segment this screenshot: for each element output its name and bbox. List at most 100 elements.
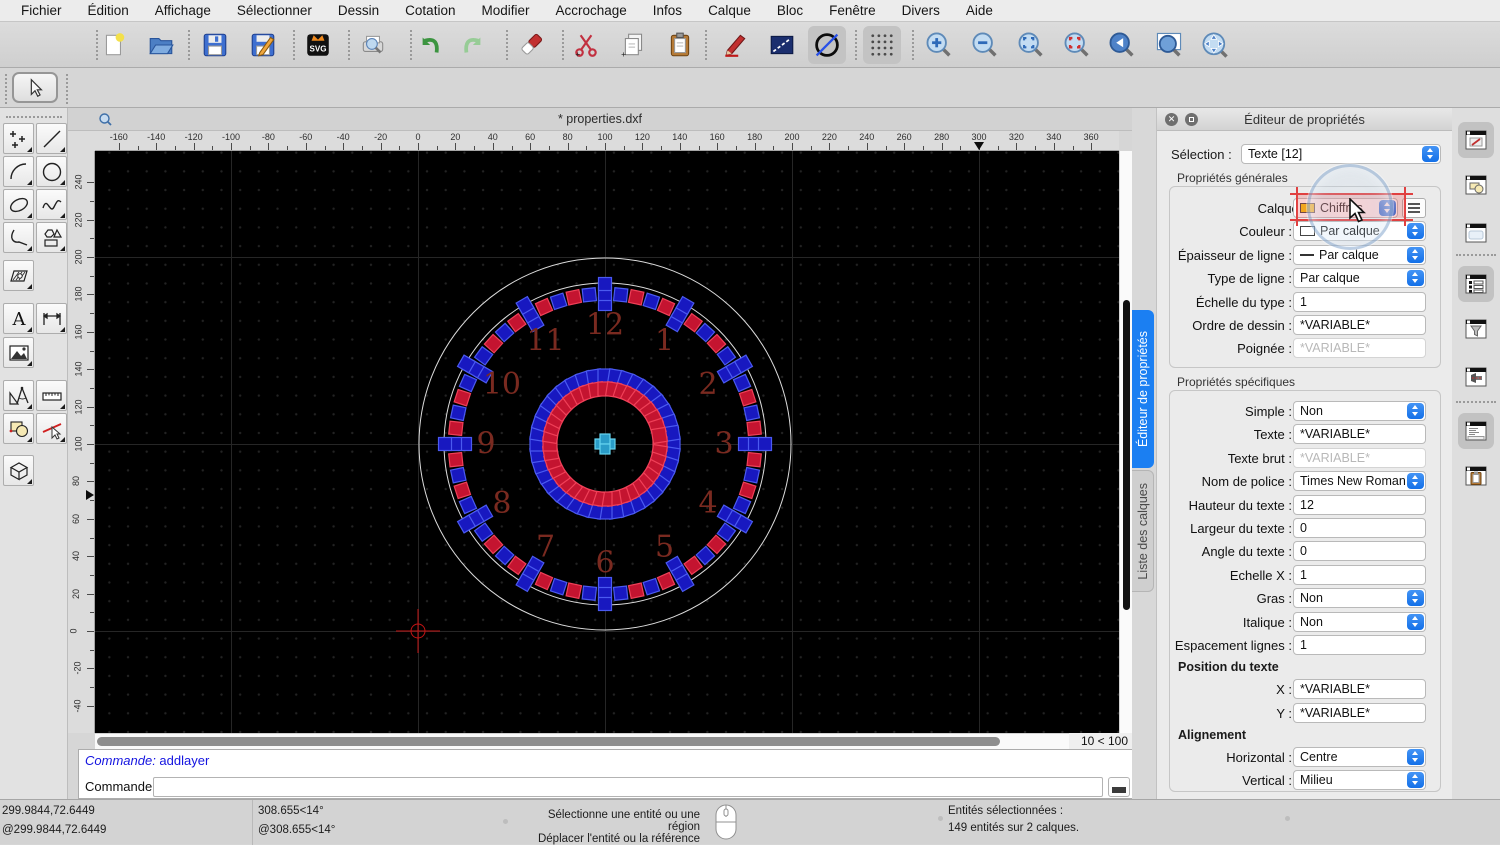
panel-property-editor-button[interactable] [1458, 122, 1494, 158]
lineweight-dropdown[interactable]: Par calque [1293, 245, 1426, 265]
panel-blank-button[interactable] [1461, 218, 1491, 248]
command-options-button[interactable] [1108, 777, 1130, 797]
image-tool-button[interactable] [3, 337, 34, 368]
stepper-icon[interactable] [1407, 403, 1424, 419]
tab-layer-list[interactable]: Liste des calques [1132, 470, 1154, 592]
circle-tool-button[interactable] [36, 156, 67, 187]
menu-infos[interactable]: Infos [640, 3, 695, 18]
menu-accrochage[interactable]: Accrochage [542, 3, 639, 18]
misc-draw-tool-button[interactable] [3, 380, 34, 411]
text-angle-input[interactable]: 0 [1293, 541, 1426, 561]
menu-edition[interactable]: Édition [75, 3, 142, 18]
color-dropdown[interactable]: Par calque [1293, 221, 1426, 241]
palette-drag-handle[interactable] [6, 116, 62, 118]
command-input[interactable] [153, 777, 1103, 797]
selection-dropdown[interactable]: Texte [12] [1241, 144, 1441, 164]
line-tool-button[interactable] [36, 123, 67, 154]
vertical-align-dropdown[interactable]: Milieu [1293, 770, 1426, 790]
spline-tool-button[interactable] [36, 189, 67, 220]
panel-selection-button[interactable] [1461, 362, 1491, 392]
ellipse-tool-button[interactable] [3, 189, 34, 220]
zoom-in-button[interactable] [920, 26, 958, 64]
panel-command-line-button[interactable] [1458, 413, 1494, 449]
menu-cotation[interactable]: Cotation [392, 3, 468, 18]
point-tool-button[interactable] [3, 123, 34, 154]
dimension-tool-button[interactable] [36, 303, 67, 334]
menu-bloc[interactable]: Bloc [764, 3, 816, 18]
font-dropdown[interactable]: Times New Roman [1293, 471, 1426, 491]
drawing-canvas[interactable]: 121234567891011 [95, 151, 1119, 733]
position-y-input[interactable]: *VARIABLE* [1293, 703, 1426, 723]
stepper-icon[interactable] [1407, 614, 1424, 630]
panel-layer-list-button[interactable] [1458, 266, 1494, 302]
menu-modifier[interactable]: Modifier [468, 3, 542, 18]
text-width-input[interactable]: 0 [1293, 518, 1426, 538]
horizontal-align-dropdown[interactable]: Centre [1293, 747, 1426, 767]
panel-modify-button[interactable] [1461, 170, 1491, 200]
text-height-input[interactable]: 12 [1293, 495, 1426, 515]
menu-calque[interactable]: Calque [695, 3, 764, 18]
selection-tool-button[interactable] [12, 72, 58, 103]
line-spacing-input[interactable]: 1 [1293, 635, 1426, 655]
save-button[interactable] [196, 26, 234, 64]
zoom-window-button[interactable] [1150, 26, 1188, 64]
undo-button[interactable] [409, 26, 447, 64]
stepper-icon[interactable] [1407, 772, 1424, 788]
copy-button[interactable]: + [615, 26, 653, 64]
menu-dessin[interactable]: Dessin [325, 3, 392, 18]
zoom-selection-button[interactable] [1058, 26, 1096, 64]
linetype-scale-input[interactable]: 1 [1293, 292, 1426, 312]
pencil-draw-button[interactable] [716, 26, 754, 64]
save-as-button[interactable] [244, 26, 282, 64]
stepper-icon[interactable] [1407, 749, 1424, 765]
position-x-input[interactable]: *VARIABLE* [1293, 679, 1426, 699]
menu-affichage[interactable]: Affichage [142, 3, 224, 18]
stepper-icon[interactable] [1422, 146, 1439, 162]
stepper-icon[interactable] [1407, 590, 1424, 606]
auto-zoom-button[interactable] [1012, 26, 1050, 64]
print-preview-button[interactable] [354, 26, 392, 64]
menu-fichier[interactable]: Fichier [8, 3, 75, 18]
draw-order-input[interactable]: *VARIABLE* [1293, 315, 1426, 335]
text-tool-button[interactable]: A [3, 303, 34, 334]
layer-dropdown[interactable]: Chiffres [1293, 198, 1398, 218]
panel-filter-button[interactable] [1461, 314, 1491, 344]
zoom-out-button[interactable] [966, 26, 1004, 64]
menu-aide[interactable]: Aide [953, 3, 1006, 18]
open-file-button[interactable] [142, 26, 180, 64]
menu-divers[interactable]: Divers [889, 3, 953, 18]
draft-mode-button[interactable] [763, 26, 801, 64]
italic-dropdown[interactable]: Non [1293, 612, 1426, 632]
stepper-icon[interactable] [1379, 200, 1396, 216]
modify-attributes-tool-button[interactable] [36, 413, 67, 444]
pan-button[interactable] [1196, 26, 1234, 64]
grid-toggle-button[interactable] [863, 26, 901, 64]
vertical-scrollbar[interactable] [1119, 151, 1132, 749]
redo-button[interactable] [456, 26, 494, 64]
linetype-dropdown[interactable]: Par calque [1293, 268, 1426, 288]
horizontal-scrollbar[interactable] [95, 733, 1069, 749]
new-file-button[interactable] [95, 26, 133, 64]
stepper-icon[interactable] [1407, 223, 1424, 239]
stepper-icon[interactable] [1407, 247, 1424, 263]
previous-view-button[interactable] [1103, 26, 1141, 64]
menu-fenetre[interactable]: Fenêtre [816, 3, 889, 18]
horizontal-scrollbar-thumb[interactable] [97, 737, 1000, 746]
solid-3d-tool-button[interactable] [3, 455, 34, 486]
simple-dropdown[interactable]: Non [1293, 401, 1426, 421]
cut-button[interactable]: + [567, 26, 605, 64]
hatch-tool-button[interactable] [3, 260, 34, 291]
stepper-icon[interactable] [1407, 270, 1424, 286]
shape-tool-button[interactable] [36, 222, 67, 253]
modify-tool-button[interactable] [3, 413, 34, 444]
menu-selectionner[interactable]: Sélectionner [224, 3, 325, 18]
export-svg-button[interactable]: SVG [299, 26, 337, 64]
tab-property-editor[interactable]: Éditeur de propriétés [1132, 310, 1154, 468]
vertical-scrollbar-thumb[interactable] [1123, 300, 1130, 610]
bold-dropdown[interactable]: Non [1293, 588, 1426, 608]
paste-button[interactable] [661, 26, 699, 64]
linetype-toggle-button[interactable] [808, 26, 846, 64]
text-input[interactable]: *VARIABLE* [1293, 424, 1426, 444]
panel-clipboard-button[interactable] [1461, 461, 1491, 491]
polyline-tool-button[interactable] [3, 222, 34, 253]
